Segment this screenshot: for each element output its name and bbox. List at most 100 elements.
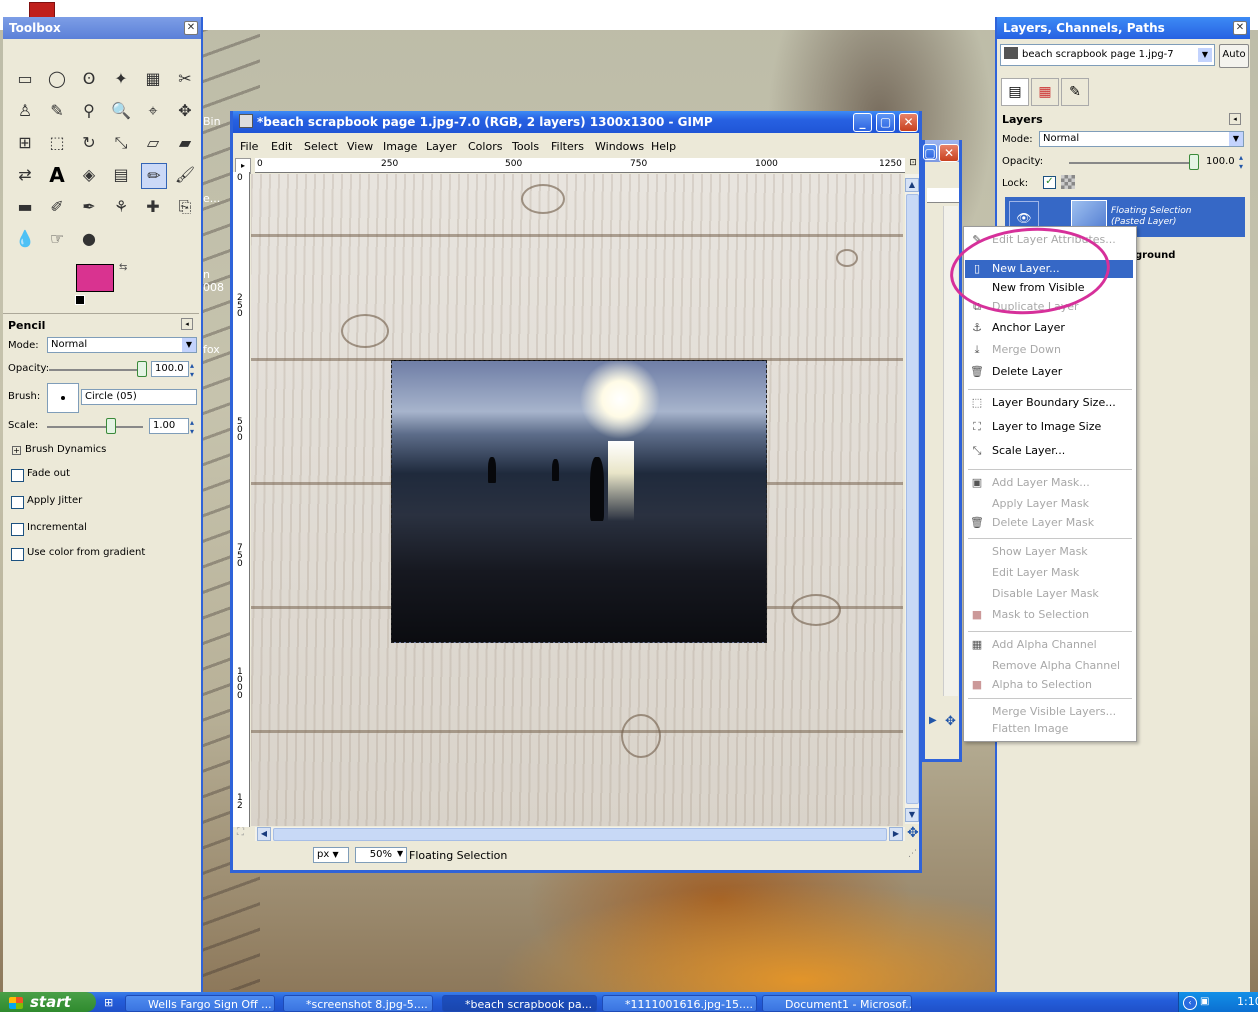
scale-field[interactable]: 1.00 — [149, 418, 189, 434]
scroll-up-icon[interactable]: ▲ — [905, 178, 919, 192]
fade-out-checkbox[interactable] — [11, 469, 24, 482]
shear-icon[interactable]: ▱ — [141, 131, 165, 155]
layer-opacity-value[interactable]: 100.0 — [1206, 156, 1235, 167]
menu-item-edit-layer-mask[interactable]: Edit Layer Mask — [992, 564, 1079, 582]
apply-jitter-checkbox[interactable] — [11, 496, 24, 509]
menu-select[interactable]: Select — [304, 140, 338, 153]
menu-item-alpha-to-selection[interactable]: Alpha to Selection — [992, 676, 1092, 694]
menu-item-remove-alpha-channel[interactable]: Remove Alpha Channel — [992, 657, 1120, 675]
brush-dynamics-expander[interactable]: Brush Dynamics — [25, 444, 106, 455]
menu-item-apply-layer-mask[interactable]: Apply Layer Mask — [992, 495, 1089, 513]
unit-select[interactable]: px ▼ — [313, 847, 349, 863]
scroll-left-icon[interactable]: ◀ — [257, 827, 271, 841]
lock-pixels-checkbox[interactable]: ✓ — [1043, 176, 1056, 189]
floating-selection-photo[interactable] — [391, 360, 767, 643]
ellipse-select-icon[interactable]: ◯ — [45, 67, 69, 91]
menu-filters[interactable]: Filters — [551, 140, 584, 153]
dodge-burn-icon[interactable]: ● — [77, 227, 101, 251]
flip-icon[interactable]: ⇄ — [13, 163, 37, 187]
menu-item-show-layer-mask[interactable]: Show Layer Mask — [992, 543, 1088, 561]
opacity-field[interactable]: 100.0 — [151, 361, 189, 377]
menu-help[interactable]: Help — [651, 140, 676, 153]
heal-icon[interactable]: ✚ — [141, 195, 165, 219]
menu-item-layer-boundary-size[interactable]: Layer Boundary Size... — [992, 394, 1116, 412]
menu-item-layer-to-image-size[interactable]: Layer to Image Size — [992, 418, 1101, 436]
network-icon[interactable]: ▣ — [1200, 996, 1214, 1008]
scale-slider[interactable] — [47, 426, 143, 428]
expand-icon[interactable]: + — [12, 446, 21, 455]
perspective-clone-icon[interactable]: ⎘ — [173, 195, 197, 219]
lock-alpha-icon[interactable] — [1061, 175, 1075, 189]
close-icon[interactable]: ✕ — [184, 21, 198, 35]
free-select-icon[interactable]: ʘ — [77, 67, 101, 91]
layer-opacity-handle[interactable] — [1189, 154, 1199, 170]
tray-arrow-icon[interactable]: ‹ — [1183, 996, 1197, 1010]
swap-colors-icon[interactable]: ⇆ — [119, 262, 127, 273]
menu-file[interactable]: File — [240, 140, 258, 153]
image-canvas[interactable] — [251, 174, 903, 826]
vertical-scrollbar[interactable]: ▲ ▼ — [905, 174, 919, 824]
clone-icon[interactable]: ⚘ — [109, 195, 133, 219]
layer-opacity-slider[interactable] — [1069, 162, 1195, 164]
menu-view[interactable]: View — [347, 140, 373, 153]
paths-tab-icon[interactable]: ✎ — [1061, 78, 1089, 106]
blur-icon[interactable]: 💧 — [13, 227, 37, 251]
color-picker-icon[interactable]: ⚲ — [77, 99, 101, 123]
blend-icon[interactable]: ▤ — [109, 163, 133, 187]
ink-icon[interactable]: ✒ — [77, 195, 101, 219]
use-gradient-checkbox[interactable] — [11, 548, 24, 561]
scissors-icon[interactable]: ✂ — [173, 67, 197, 91]
configure-icon[interactable]: ◂ — [181, 318, 193, 330]
color-select-icon[interactable]: ▦ — [141, 67, 165, 91]
resize-grip-icon[interactable]: ⋰ — [908, 849, 917, 859]
mode-select[interactable]: Normal ▼ — [47, 337, 197, 353]
image-select[interactable]: beach scrapbook page 1.jpg-7 ▼ — [1000, 44, 1215, 66]
text-icon[interactable]: A — [45, 163, 69, 187]
navigate-icon[interactable]: ✥ — [907, 825, 919, 841]
menu-item-disable-layer-mask[interactable]: Disable Layer Mask — [992, 585, 1099, 603]
smudge-icon[interactable]: ☞ — [45, 227, 69, 251]
layers-tab-icon[interactable]: ▤ — [1001, 78, 1029, 106]
menu-item-merge-visible-layers[interactable]: Merge Visible Layers... — [992, 703, 1116, 721]
scroll-right-icon[interactable]: ▶ — [889, 827, 903, 841]
opacity-slider[interactable] — [49, 369, 145, 371]
pencil-icon[interactable]: ✏ — [141, 163, 167, 189]
spin-icon[interactable]: ▴ ▾ — [190, 418, 194, 436]
menu-item-mask-to-selection[interactable]: Mask to Selection — [992, 606, 1089, 624]
scroll-thumb[interactable] — [273, 828, 887, 841]
close-icon[interactable]: ✕ — [899, 113, 918, 132]
minimize-icon[interactable]: _ — [853, 113, 872, 132]
align-icon[interactable]: ⊞ — [13, 131, 37, 155]
taskbar-item-active[interactable]: *beach scrapbook pa... — [442, 995, 597, 1012]
crop-icon[interactable]: ⬚ — [45, 131, 69, 155]
menu-image[interactable]: Image — [383, 140, 417, 153]
spin-icon[interactable]: ▴ ▾ — [190, 361, 194, 379]
scroll-thumb[interactable] — [906, 194, 919, 804]
menu-item-add-alpha-channel[interactable]: Add Alpha Channel — [992, 636, 1097, 654]
perspective-icon[interactable]: ▰ — [173, 131, 197, 155]
maximize-icon[interactable]: ▢ — [923, 144, 937, 160]
taskbar-item[interactable]: Wells Fargo Sign Off ... — [125, 995, 275, 1012]
menu-tools[interactable]: Tools — [512, 140, 539, 153]
layer-mode-select[interactable]: Normal ▼ — [1039, 131, 1244, 147]
menu-windows[interactable]: Windows — [595, 140, 644, 153]
taskbar-item[interactable]: *1111001616.jpg-15.... — [602, 995, 757, 1012]
rect-select-icon[interactable]: ▭ — [13, 67, 37, 91]
nav-arrow-icon[interactable]: ▶ — [929, 715, 937, 726]
menu-item-scale-layer[interactable]: Scale Layer... — [992, 442, 1065, 460]
opacity-slider-handle[interactable] — [137, 361, 147, 377]
foreground-color[interactable] — [76, 264, 114, 292]
menu-item-anchor-layer[interactable]: Anchor Layer — [992, 319, 1065, 337]
auto-button[interactable]: Auto — [1219, 44, 1249, 68]
default-colors-icon[interactable] — [75, 295, 85, 305]
spin-icon[interactable]: ▴ ▾ — [1239, 153, 1243, 171]
zoom-lock-icon[interactable]: ⊡ — [907, 158, 919, 172]
incremental-checkbox[interactable] — [11, 523, 24, 536]
move-icon[interactable]: ✥ — [173, 99, 197, 123]
layer-name[interactable]: ground — [1135, 250, 1175, 261]
menu-edit[interactable]: Edit — [271, 140, 292, 153]
configure-icon[interactable]: ◂ — [1229, 113, 1241, 125]
zoom-icon[interactable]: 🔍 — [109, 99, 133, 123]
menu-item-delete-layer[interactable]: Delete Layer — [992, 363, 1062, 381]
taskbar-item[interactable]: *screenshot 8.jpg-5.... — [283, 995, 433, 1012]
